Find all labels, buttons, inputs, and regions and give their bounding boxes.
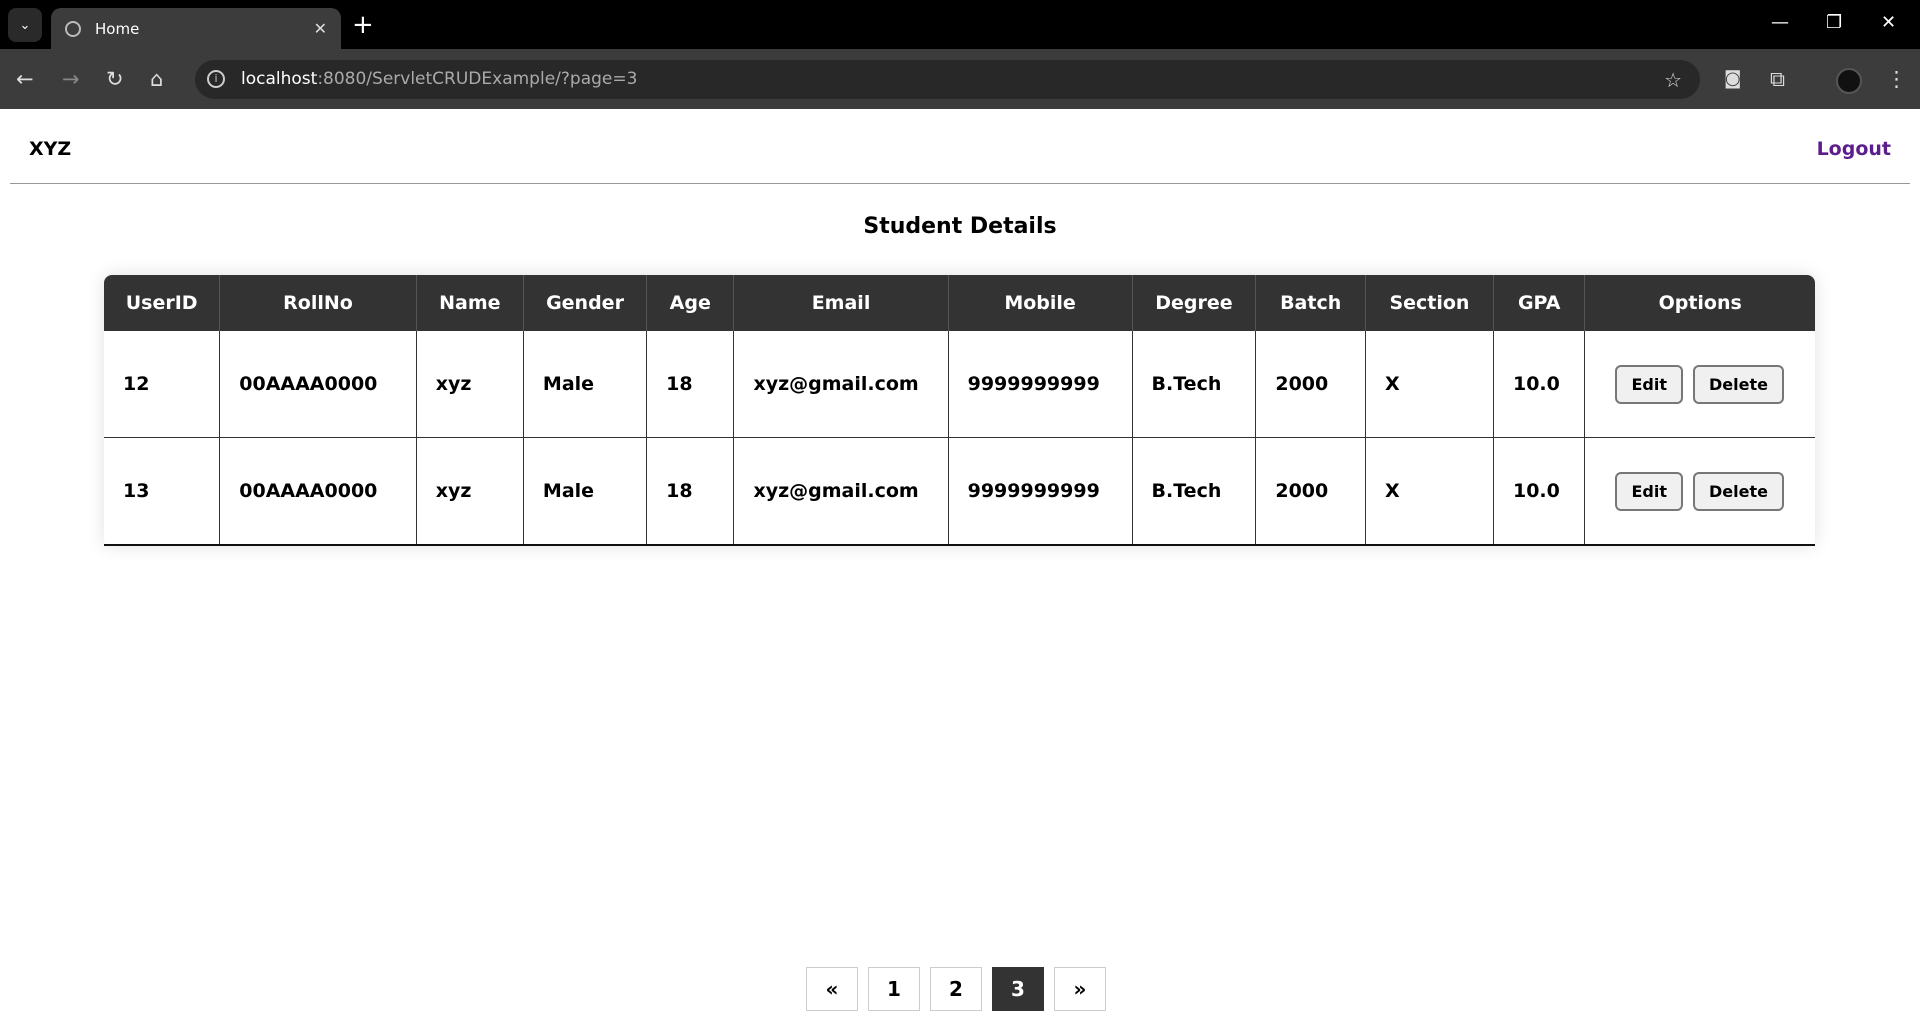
table-row: 13 00AAAA0000 xyz Male 18 xyz@gmail.com 999999… <box>104 437 1815 546</box>
browser-toolbar: ← → ↻ ⌂ i localhost:8080/ServletCRUDExam… <box>0 49 1920 109</box>
brand-logo[interactable]: XYZ <box>29 138 71 160</box>
cell-name: xyz <box>416 437 524 546</box>
page-title: Student Details <box>863 214 1057 239</box>
column-header-userid: UserID <box>104 275 221 331</box>
pagination-prev[interactable]: « <box>806 967 858 1011</box>
cell-userid: 13 <box>104 437 221 546</box>
edit-button[interactable]: Edit <box>1615 471 1683 511</box>
column-header-rollno: RollNo <box>219 275 417 331</box>
column-header-degree: Degree <box>1132 275 1257 331</box>
cell-gender: Male <box>523 437 648 546</box>
column-header-name: Name <box>416 275 524 331</box>
url-text: localhost:8080/ServletCRUDExample/?page=… <box>241 69 638 89</box>
bookmark-star-icon[interactable]: ☆ <box>1664 68 1682 92</box>
edit-button[interactable]: Edit <box>1615 364 1683 404</box>
browser-tab-bar: ⌄ Home ✕ + — ❐ ✕ <box>0 0 1920 49</box>
column-header-mobile: Mobile <box>948 275 1133 331</box>
student-table: UserID RollNo Name Gender Age Email Mobile Degr… <box>104 275 1815 546</box>
column-header-gpa: GPA <box>1493 275 1586 331</box>
tab-title: Home <box>95 19 140 38</box>
site-info-icon[interactable]: i <box>207 70 225 88</box>
cell-gpa: 10.0 <box>1493 437 1586 546</box>
delete-button[interactable]: Delete <box>1692 364 1784 404</box>
cell-userid: 12 <box>104 331 221 438</box>
pagination-page-1[interactable]: 1 <box>868 967 920 1011</box>
cell-age: 18 <box>646 437 735 546</box>
pagination-page-2[interactable]: 2 <box>930 967 982 1011</box>
column-header-options: Options <box>1584 275 1815 331</box>
cell-batch: 2000 <box>1255 331 1366 438</box>
column-header-age: Age <box>646 275 735 331</box>
table-header-row: UserID RollNo Name Gender Age Email Mobile Degr… <box>104 275 1815 331</box>
cell-rollno: 00AAAA0000 <box>219 437 417 546</box>
table-row: 12 00AAAA0000 xyz Male 18 xyz@gmail.com 999999… <box>104 331 1815 438</box>
restore-icon[interactable]: ❐ <box>1826 12 1842 33</box>
tab-search-icon[interactable]: ⌄ <box>8 8 42 42</box>
column-header-email: Email <box>733 275 949 331</box>
camera-icon[interactable]: ◙ <box>1724 66 1741 92</box>
home-icon[interactable]: ⌂ <box>150 66 163 92</box>
forward-icon[interactable]: → <box>62 66 80 92</box>
cell-gpa: 10.0 <box>1493 331 1586 438</box>
cell-batch: 2000 <box>1255 437 1366 546</box>
site-navbar: XYZ Logout <box>10 109 1910 184</box>
menu-icon[interactable]: ⋮ <box>1886 66 1907 92</box>
extensions-icon[interactable]: ⧉ <box>1770 66 1785 92</box>
student-table-container: UserID RollNo Name Gender Age Email Mobile Degr… <box>104 275 1815 546</box>
cell-mobile: 9999999999 <box>948 437 1133 546</box>
column-header-section: Section <box>1365 275 1494 331</box>
column-header-gender: Gender <box>523 275 648 331</box>
cell-age: 18 <box>646 331 735 438</box>
pagination-next[interactable]: » <box>1054 967 1106 1011</box>
cell-degree: B.Tech <box>1132 331 1257 438</box>
cell-email: xyz@gmail.com <box>733 331 949 438</box>
pagination: «1 2 3» <box>806 967 1106 1011</box>
column-header-batch: Batch <box>1255 275 1366 331</box>
cell-options: Edit Delete <box>1584 331 1815 438</box>
logout-link[interactable]: Logout <box>1817 138 1891 160</box>
close-tab-icon[interactable]: ✕ <box>314 19 327 38</box>
cell-email: xyz@gmail.com <box>733 437 949 546</box>
cell-degree: B.Tech <box>1132 437 1257 546</box>
address-bar[interactable]: i localhost:8080/ServletCRUDExample/?pag… <box>195 60 1700 99</box>
cell-rollno: 00AAAA0000 <box>219 331 417 438</box>
back-icon[interactable]: ← <box>16 66 34 92</box>
profile-avatar[interactable] <box>1836 68 1862 94</box>
new-tab-icon[interactable]: + <box>352 10 374 40</box>
pagination-page-3[interactable]: 3 <box>992 967 1044 1011</box>
delete-button[interactable]: Delete <box>1692 471 1784 511</box>
minimize-icon[interactable]: — <box>1771 12 1789 33</box>
cell-mobile: 9999999999 <box>948 331 1133 438</box>
cell-options: Edit Delete <box>1584 437 1815 546</box>
cell-gender: Male <box>523 331 648 438</box>
globe-icon <box>65 20 81 37</box>
cell-section: X <box>1365 437 1494 546</box>
reload-icon[interactable]: ↻ <box>106 66 124 92</box>
cell-section: X <box>1365 331 1494 438</box>
cell-name: xyz <box>416 331 524 438</box>
close-window-icon[interactable]: ✕ <box>1881 12 1896 33</box>
browser-tab[interactable]: Home ✕ <box>51 8 341 49</box>
